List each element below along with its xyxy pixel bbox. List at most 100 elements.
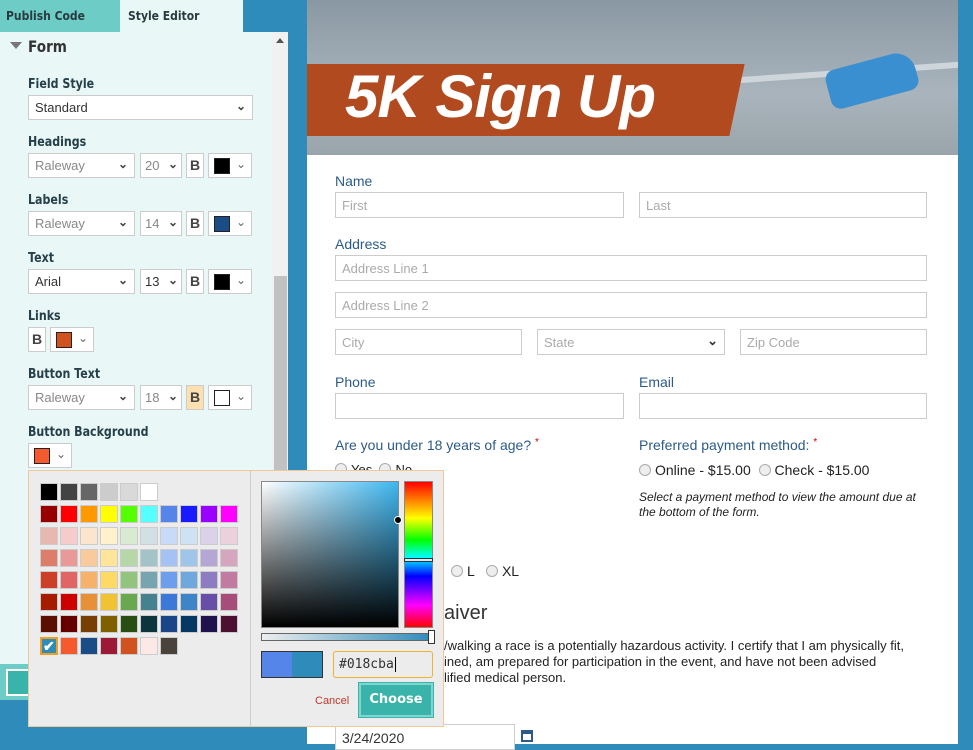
tab-publish-code[interactable]: Publish Code bbox=[0, 0, 120, 32]
color-swatch[interactable] bbox=[180, 571, 198, 589]
color-swatch[interactable] bbox=[60, 571, 78, 589]
color-swatch[interactable] bbox=[80, 549, 98, 567]
text-font-select[interactable]: Arial ⌄ bbox=[28, 269, 135, 294]
color-swatch[interactable] bbox=[100, 593, 118, 611]
color-swatch[interactable] bbox=[140, 527, 158, 545]
calendar-icon[interactable] bbox=[521, 730, 533, 742]
field-style-select[interactable]: Standard ⌄ bbox=[28, 95, 253, 120]
color-swatch[interactable] bbox=[200, 571, 218, 589]
color-swatch[interactable]: ✔ bbox=[40, 637, 58, 655]
color-swatch[interactable] bbox=[40, 483, 58, 501]
color-swatch[interactable] bbox=[80, 637, 98, 655]
color-swatch[interactable] bbox=[160, 527, 178, 545]
color-swatch[interactable] bbox=[120, 505, 138, 523]
labels-bold-button[interactable]: B bbox=[186, 211, 204, 236]
headings-color-button[interactable]: ⌄ bbox=[208, 153, 252, 178]
color-swatch[interactable] bbox=[40, 549, 58, 567]
color-swatch[interactable] bbox=[160, 571, 178, 589]
color-swatch[interactable] bbox=[60, 615, 78, 633]
button-background-color-button[interactable]: ⌄ bbox=[28, 443, 72, 468]
color-swatch[interactable] bbox=[140, 483, 158, 501]
cancel-button[interactable]: Cancel bbox=[315, 695, 349, 707]
color-swatch[interactable] bbox=[160, 637, 178, 655]
color-swatch[interactable] bbox=[60, 483, 78, 501]
color-swatch[interactable] bbox=[220, 505, 238, 523]
saturation-value-area[interactable] bbox=[261, 481, 402, 628]
labels-font-select[interactable]: Raleway ⌄ bbox=[28, 211, 135, 236]
state-select[interactable]: State ⌄ bbox=[537, 329, 725, 355]
color-swatch[interactable] bbox=[180, 549, 198, 567]
collapse-triangle-icon[interactable] bbox=[10, 42, 22, 49]
hue-slider[interactable] bbox=[404, 481, 433, 628]
button-text-color-button[interactable]: ⌄ bbox=[208, 385, 252, 410]
color-swatch[interactable] bbox=[140, 593, 158, 611]
color-swatch[interactable] bbox=[140, 615, 158, 633]
check-radio[interactable] bbox=[758, 464, 771, 476]
text-size-select[interactable]: 13 ⌄ bbox=[140, 269, 182, 294]
color-swatch[interactable] bbox=[100, 571, 118, 589]
color-swatch[interactable] bbox=[80, 593, 98, 611]
color-swatch[interactable] bbox=[120, 637, 138, 655]
color-swatch[interactable] bbox=[120, 571, 138, 589]
color-swatch[interactable] bbox=[80, 505, 98, 523]
city-input[interactable]: City bbox=[335, 329, 522, 355]
color-swatch[interactable] bbox=[80, 615, 98, 633]
color-swatch[interactable] bbox=[220, 527, 238, 545]
color-swatch[interactable] bbox=[140, 637, 158, 655]
color-swatch[interactable] bbox=[40, 527, 58, 545]
date-input[interactable]: 3/24/2020 bbox=[335, 724, 515, 750]
size-l-radio[interactable] bbox=[451, 565, 463, 577]
color-swatch[interactable] bbox=[200, 549, 218, 567]
tab-style-editor[interactable]: Style Editor bbox=[120, 0, 243, 32]
color-swatch[interactable] bbox=[60, 549, 78, 567]
color-swatch[interactable] bbox=[220, 571, 238, 589]
button-text-size-select[interactable]: 18 ⌄ bbox=[140, 385, 182, 410]
color-swatch[interactable] bbox=[40, 615, 58, 633]
color-swatch[interactable] bbox=[180, 615, 198, 633]
scroll-up-icon[interactable] bbox=[276, 38, 284, 43]
text-bold-button[interactable]: B bbox=[186, 269, 204, 294]
alpha-handle[interactable] bbox=[428, 630, 435, 644]
color-swatch[interactable] bbox=[100, 615, 118, 633]
color-swatch[interactable] bbox=[180, 505, 198, 523]
color-swatch[interactable] bbox=[120, 527, 138, 545]
size-xl-radio[interactable] bbox=[485, 565, 498, 577]
headings-bold-button[interactable]: B bbox=[186, 153, 204, 178]
phone-input[interactable] bbox=[335, 393, 624, 419]
labels-size-select[interactable]: 14 ⌄ bbox=[140, 211, 182, 236]
color-swatch[interactable] bbox=[200, 615, 218, 633]
color-swatch[interactable] bbox=[100, 637, 118, 655]
color-swatch[interactable] bbox=[60, 637, 78, 655]
last-name-input[interactable]: Last bbox=[639, 192, 927, 218]
hue-handle[interactable] bbox=[404, 558, 433, 562]
color-swatch[interactable] bbox=[60, 527, 78, 545]
color-swatch[interactable] bbox=[60, 593, 78, 611]
color-swatch[interactable] bbox=[200, 527, 218, 545]
headings-size-select[interactable]: 20 ⌄ bbox=[140, 153, 182, 178]
color-swatch[interactable] bbox=[100, 549, 118, 567]
color-swatch[interactable] bbox=[100, 527, 118, 545]
sv-handle[interactable] bbox=[394, 516, 402, 524]
color-swatch[interactable] bbox=[220, 615, 238, 633]
color-swatch[interactable] bbox=[40, 571, 58, 589]
color-swatch[interactable] bbox=[40, 593, 58, 611]
alpha-slider[interactable] bbox=[261, 630, 435, 644]
color-swatch[interactable] bbox=[200, 593, 218, 611]
hex-input[interactable]: #018cba bbox=[333, 651, 433, 678]
color-swatch[interactable] bbox=[80, 571, 98, 589]
color-swatch[interactable] bbox=[120, 615, 138, 633]
color-swatch[interactable] bbox=[220, 549, 238, 567]
color-swatch[interactable] bbox=[120, 593, 138, 611]
color-swatch[interactable] bbox=[80, 527, 98, 545]
text-color-button[interactable]: ⌄ bbox=[208, 269, 252, 294]
color-swatch[interactable] bbox=[160, 615, 178, 633]
headings-font-select[interactable]: Raleway ⌄ bbox=[28, 153, 135, 178]
color-swatch[interactable] bbox=[180, 527, 198, 545]
color-swatch[interactable] bbox=[120, 549, 138, 567]
color-swatch[interactable] bbox=[100, 505, 118, 523]
color-swatch[interactable] bbox=[160, 593, 178, 611]
online-radio[interactable] bbox=[639, 464, 651, 476]
color-swatch[interactable] bbox=[40, 505, 58, 523]
color-swatch[interactable] bbox=[180, 593, 198, 611]
button-text-bold-button[interactable]: B bbox=[186, 385, 204, 410]
